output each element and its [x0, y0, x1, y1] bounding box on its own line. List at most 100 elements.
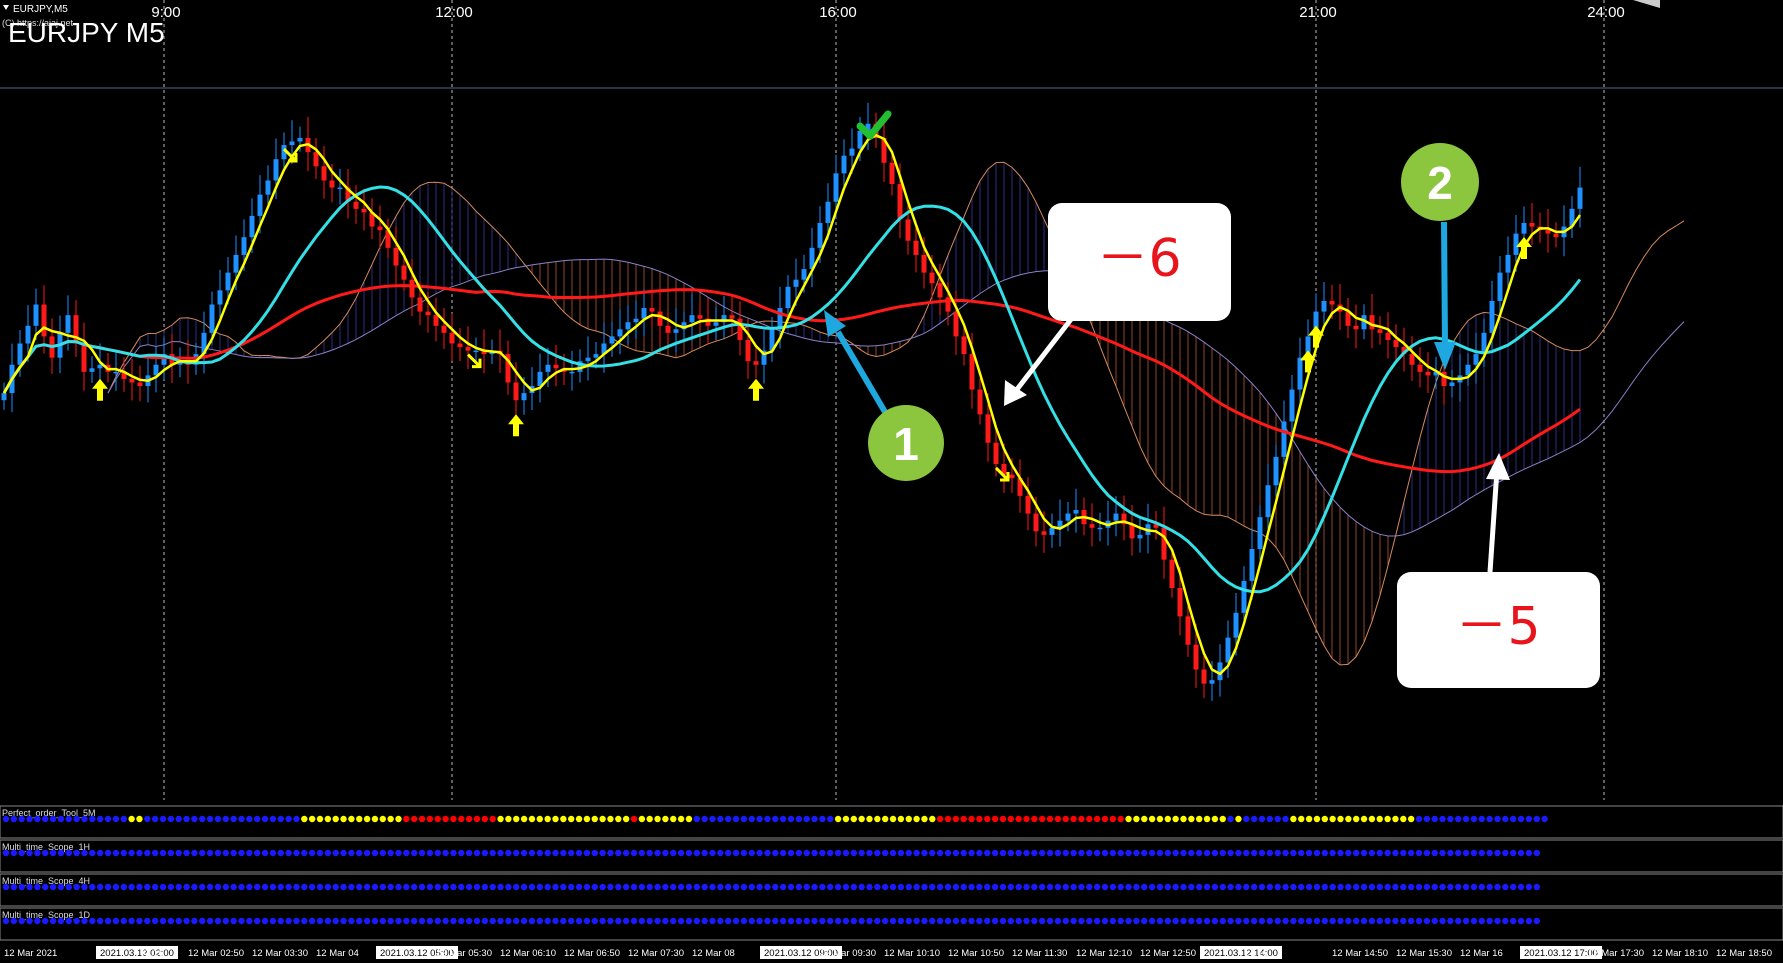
indicator-dot: [795, 849, 803, 857]
indicator-dot: [1470, 883, 1478, 891]
indicator-dot: [732, 815, 740, 823]
indicator-dot: [371, 849, 379, 857]
indicator-dot: [238, 849, 245, 857]
indicator-dot: [1321, 917, 1329, 925]
indicator-dot: [654, 815, 661, 823]
indicator-dot: [1305, 883, 1313, 891]
indicator-dot: [199, 917, 206, 925]
indicator-dot: [324, 815, 332, 823]
candle-body: [1417, 364, 1423, 372]
indicator-dot: [1439, 849, 1446, 857]
indicator-dot: [151, 815, 159, 823]
price-chart[interactable]: EURJPY,M5 (C) https://ajaj.net EURJPY M5…: [0, 0, 1783, 963]
annotation-label-minus5: －5: [1455, 597, 1540, 657]
top-axis-label: 21:00: [1299, 4, 1337, 21]
indicator-dot: [1164, 849, 1172, 857]
indicator-dot: [1368, 917, 1376, 925]
indicator-dot: [308, 815, 316, 823]
indicator-dot: [513, 849, 520, 857]
indicator-dot: [10, 815, 18, 823]
candle-body: [889, 162, 895, 185]
indicator-dot: [1023, 917, 1030, 925]
candle-body: [313, 152, 319, 167]
indicator-dot: [254, 815, 261, 823]
indicator-dot: [1172, 917, 1179, 925]
indicator-dot: [622, 849, 630, 857]
indicator-dot: [1250, 917, 1258, 925]
indicator-dot: [1070, 849, 1077, 857]
indicator-dot: [1015, 849, 1022, 857]
indicator-dot: [787, 917, 795, 925]
indicator-dot: [1353, 917, 1360, 925]
indicator-dot: [1353, 849, 1360, 857]
indicator-dot: [1243, 815, 1250, 823]
indicator-dot: [434, 917, 441, 925]
indicator-dot: [897, 917, 905, 925]
indicator-dot: [1478, 883, 1486, 891]
indicator-dot: [465, 849, 473, 857]
indicator-dot: [214, 849, 222, 857]
indicator-dot: [1376, 849, 1383, 857]
indicator-dot: [269, 883, 277, 891]
indicator-dot: [10, 849, 18, 857]
indicator-dot: [18, 849, 25, 857]
candle-body: [617, 329, 623, 337]
indicator-dot: [191, 815, 198, 823]
indicator-dot: [387, 917, 394, 925]
indicator-dot: [159, 883, 167, 891]
candle-body: [65, 315, 71, 333]
indicator-dot: [167, 815, 175, 823]
indicator-dot: [89, 849, 96, 857]
indicator-dot: [787, 815, 795, 823]
indicator-dot: [513, 883, 520, 891]
indicator-dot: [403, 815, 410, 823]
candle-body: [1, 393, 7, 401]
candle-body: [1393, 339, 1399, 348]
candle-body: [593, 354, 599, 358]
indicator-dot: [968, 883, 975, 891]
candle-body: [1521, 223, 1527, 234]
indicator-dot: [42, 815, 49, 823]
candle-body: [1289, 389, 1295, 422]
indicator-dot: [701, 849, 708, 857]
indicator-dot: [1015, 815, 1022, 823]
candle-body: [649, 308, 655, 312]
candle-body: [537, 371, 543, 387]
indicator-dot: [607, 849, 614, 857]
indicator-dot: [497, 849, 504, 857]
candle-body: [1377, 329, 1383, 333]
indicator-dot: [395, 849, 402, 857]
indicator-dot: [301, 883, 308, 891]
indicator-dot: [316, 815, 324, 823]
indicator-dot: [811, 849, 818, 857]
indicator-dot: [1384, 883, 1391, 891]
indicator-dot: [175, 849, 182, 857]
indicator-dot: [819, 917, 826, 925]
indicator-dot: [984, 917, 991, 925]
indicator-dot: [599, 883, 606, 891]
indicator-dot: [1321, 883, 1329, 891]
indicator-dot: [646, 917, 653, 925]
top-axis-label: 24:00: [1587, 4, 1625, 21]
indicator-dot: [803, 815, 810, 823]
indicator-dot: [968, 815, 975, 823]
indicator-dot: [622, 883, 630, 891]
indicator-dot: [230, 883, 237, 891]
indicator-dot: [1227, 815, 1234, 823]
indicator-dot: [779, 815, 787, 823]
indicator-dot: [1086, 883, 1093, 891]
indicator-panel: [0, 839, 1783, 873]
indicator-dot: [1415, 917, 1423, 925]
indicator-dot: [277, 849, 284, 857]
candle-body: [1409, 354, 1415, 365]
indicator-dot: [599, 849, 606, 857]
indicator-dot: [929, 917, 936, 925]
indicator-dot: [1274, 917, 1281, 925]
bottom-axis-label: 12 Mar 17:30: [1588, 948, 1644, 959]
candle-body: [1113, 513, 1119, 521]
indicator-dot: [379, 815, 386, 823]
indicator-dot: [450, 849, 457, 857]
bottom-axis-label: 12 Mar 02:50: [188, 948, 244, 959]
indicator-dot: [340, 849, 347, 857]
indicator-dot: [803, 883, 810, 891]
